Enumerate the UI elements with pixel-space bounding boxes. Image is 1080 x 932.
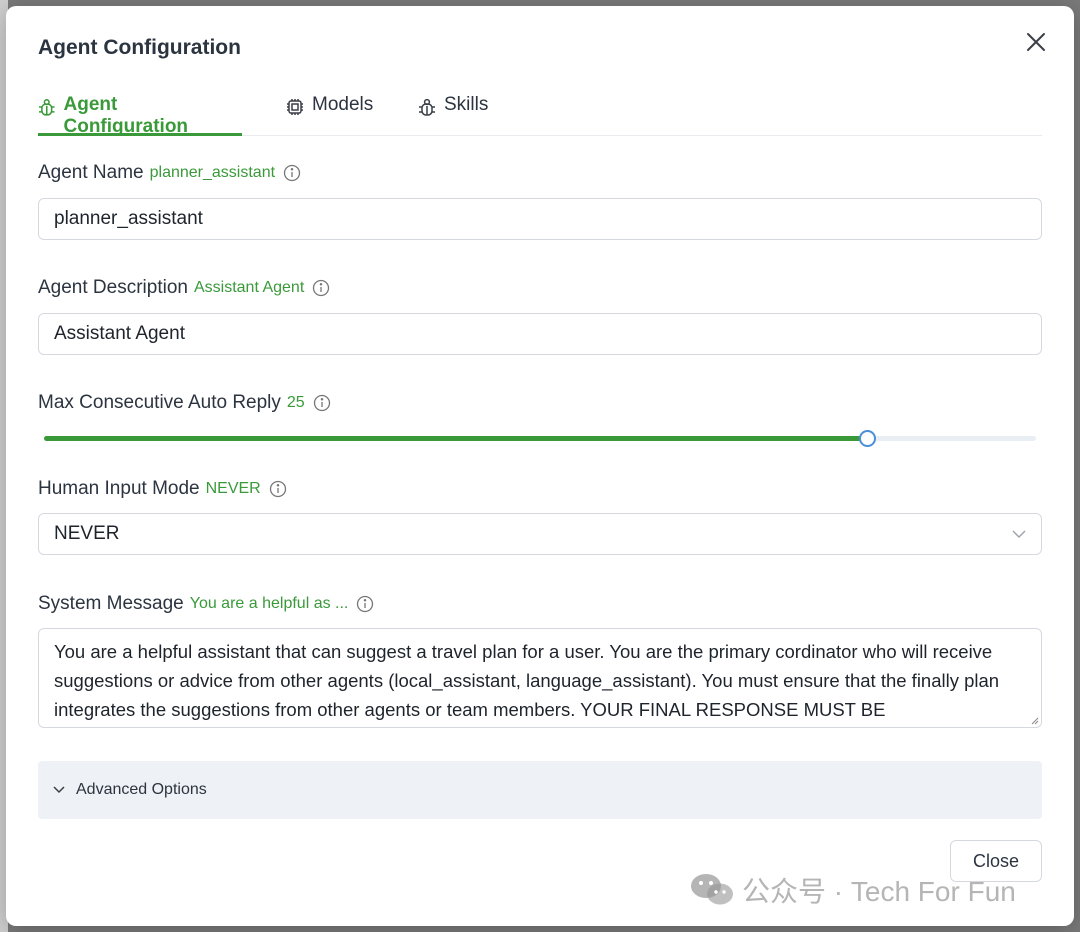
advanced-options-toggle[interactable]: Advanced Options (38, 761, 1042, 819)
textarea-content: You are a helpful assistant that can sug… (54, 641, 1000, 720)
info-icon[interactable] (312, 279, 330, 297)
system-message-label: System Message You are a helpful as ... (38, 593, 374, 615)
human-input-mode-select[interactable]: NEVER (38, 513, 1042, 555)
field-current-value: planner_assistant (149, 164, 276, 181)
agent-config-dialog: Agent Configuration Agent Configuration … (6, 6, 1074, 926)
wechat-icon (691, 874, 733, 905)
field-current-value: You are a helpful as ... (189, 595, 349, 612)
field-current-value: 25 (286, 394, 305, 411)
system-message-textarea[interactable]: You are a helpful assistant that can sug… (38, 628, 1042, 728)
tab-agent-configuration[interactable]: Agent Configuration (38, 84, 242, 137)
agent-name-input[interactable]: planner_assistant (38, 198, 1042, 240)
tab-skills[interactable]: Skills (418, 84, 488, 136)
cpu-icon (287, 99, 303, 115)
field-label-text: Agent Description (38, 277, 188, 298)
slider-handle[interactable] (859, 430, 877, 447)
max-auto-reply-label: Max Consecutive Auto Reply 25 (38, 392, 331, 414)
field-label-text: System Message (38, 593, 184, 614)
tab-label: Skills (444, 94, 489, 115)
agent-description-label: Agent Description Assistant Agent (38, 277, 330, 299)
tab-label: Models (312, 94, 374, 115)
advanced-options-label: Advanced Options (76, 781, 207, 798)
chevron-down-icon (53, 786, 65, 794)
tab-bar: Agent Configuration Models Skills (38, 84, 1042, 137)
agent-name-label: Agent Name planner_assistant (38, 162, 301, 184)
info-icon[interactable] (313, 394, 331, 412)
field-label-text: Max Consecutive Auto Reply (38, 392, 281, 413)
field-label-text: Human Input Mode (38, 478, 200, 499)
robot-icon (419, 98, 435, 116)
bug-icon (38, 99, 55, 116)
human-input-mode-label: Human Input Mode NEVER (38, 478, 287, 500)
max-auto-reply-slider[interactable] (44, 430, 1036, 447)
slider-fill (44, 436, 868, 441)
tab-models[interactable]: Models (286, 84, 373, 136)
resize-handle-icon[interactable] (1029, 715, 1039, 725)
close-icon[interactable] (1024, 30, 1048, 54)
info-icon[interactable] (356, 595, 374, 613)
tab-label: Agent Configuration (63, 94, 189, 137)
field-current-value: Assistant Agent (193, 279, 305, 296)
field-current-value: NEVER (205, 480, 261, 497)
info-icon[interactable] (283, 164, 301, 182)
agent-description-input[interactable]: Assistant Agent (38, 313, 1042, 355)
watermark-text: 公众号 · Tech For Fun (742, 876, 1016, 907)
chevron-down-icon (1012, 530, 1026, 538)
select-value: NEVER (54, 523, 120, 544)
info-icon[interactable] (269, 480, 287, 498)
watermark: 公众号 · Tech For Fun (690, 872, 1016, 908)
field-label-text: Agent Name (38, 162, 144, 183)
dialog-title: Agent Configuration (38, 36, 241, 59)
